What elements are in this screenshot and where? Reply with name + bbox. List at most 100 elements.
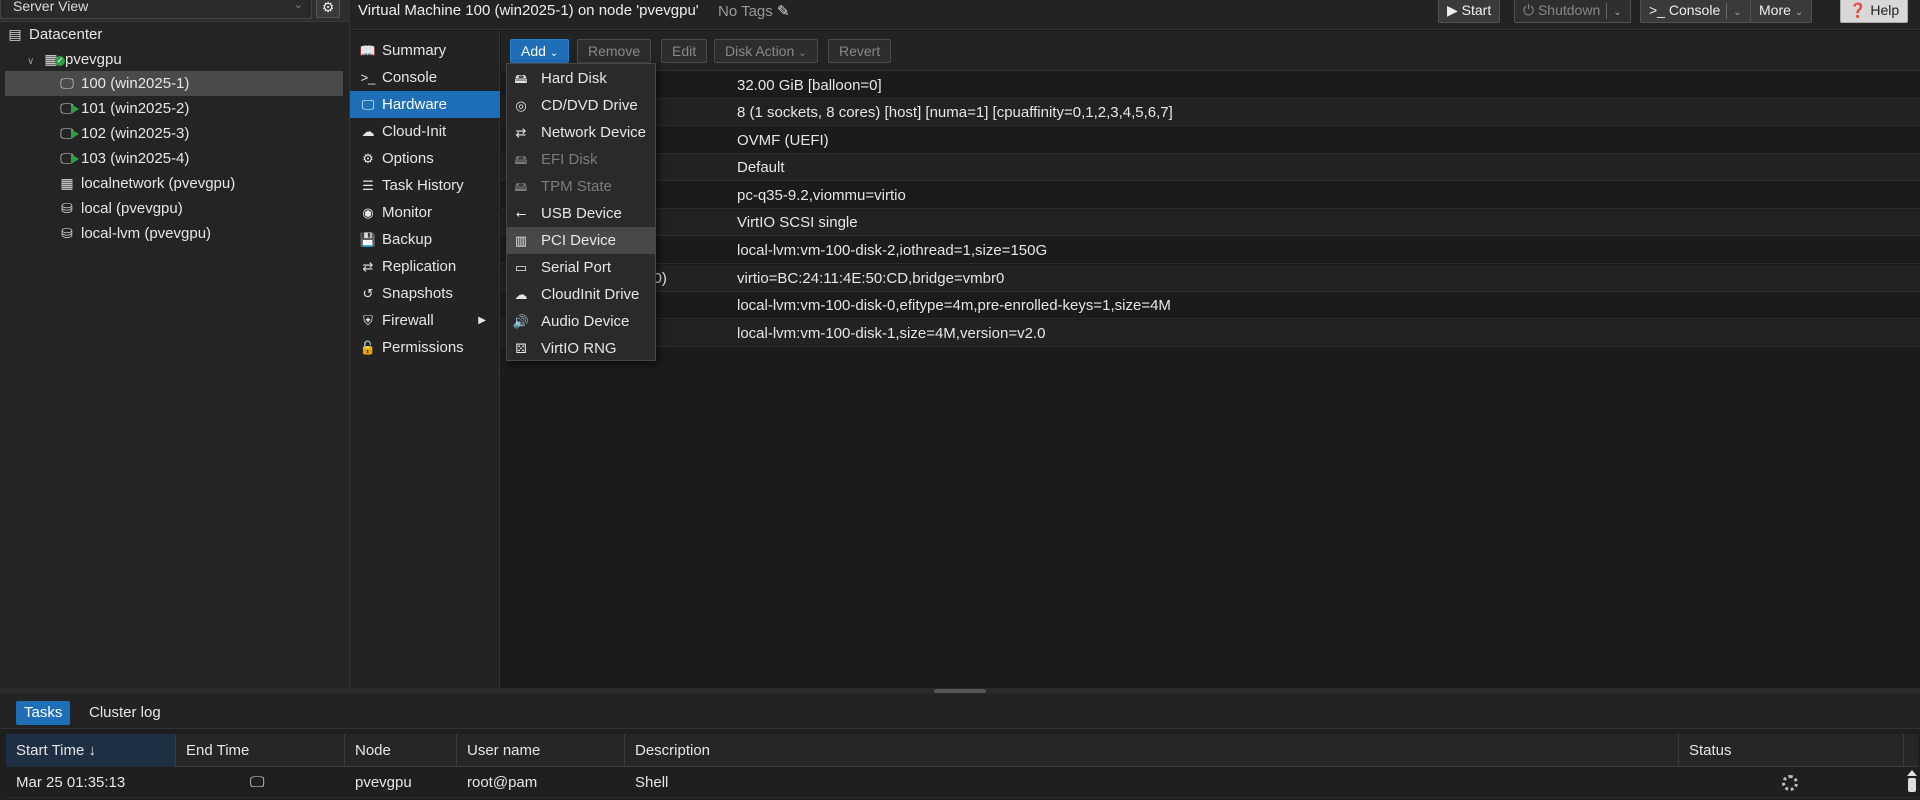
resource-tree: Server View ⌄ ⚙ ▤ Datacenter ∨ ▦ ✓ pvevgpu 🖵… bbox=[0, 0, 350, 688]
tree-item-localnetwork[interactable]: ▦ localnetwork (pvevgpu) bbox=[5, 171, 343, 196]
column-start-time[interactable]: Start Time ↓ bbox=[6, 734, 176, 767]
vertical-scrollbar[interactable] bbox=[1906, 768, 1918, 798]
nav-item-snapshots[interactable]: ↺ Snapshots bbox=[350, 280, 500, 307]
hw-row-tpm-state[interactable]: local-lvm:vm-100-disk-1,size=4M,version=… bbox=[501, 320, 1920, 347]
tree-item-local[interactable]: ⛁ local (pvevgpu) bbox=[5, 196, 343, 221]
more-button[interactable]: More ⌄ bbox=[1750, 0, 1813, 23]
help-button[interactable]: ❓ Help bbox=[1840, 0, 1909, 23]
node-online-icon: ▦ ✓ bbox=[44, 51, 65, 67]
menu-item-tpm-state[interactable]: 🖴 TPM State bbox=[507, 173, 655, 200]
dice-icon: ⚄ bbox=[515, 341, 527, 356]
nav-item-label: Snapshots bbox=[382, 285, 453, 302]
pencil-icon[interactable]: ✎ bbox=[777, 3, 790, 20]
menu-item-virtio-rng[interactable]: ⚄ VirtIO RNG bbox=[507, 335, 655, 362]
spinner-icon bbox=[1782, 775, 1798, 791]
menu-item-network-device[interactable]: ⇄ Network Device bbox=[507, 119, 655, 146]
view-selector[interactable]: Server View ⌄ bbox=[0, 0, 312, 19]
nav-item-firewall[interactable]: ⛨ Firewall ▶ bbox=[350, 307, 500, 334]
scroll-thumb[interactable] bbox=[1908, 778, 1916, 792]
menu-item-cloudinit-drive[interactable]: ☁ CloudInit Drive bbox=[507, 281, 655, 308]
remove-button[interactable]: Remove bbox=[577, 39, 652, 63]
hw-row-scsi-controller[interactable]: VirtIO SCSI single bbox=[501, 209, 1920, 236]
hw-value: OVMF (UEFI) bbox=[737, 132, 829, 149]
tree-item-vm-103[interactable]: 🖵 103 (win2025-4) bbox=[5, 146, 343, 171]
chevron-down-icon[interactable]: ⌄ bbox=[1613, 7, 1621, 18]
menu-item-usb-device[interactable]: ⭠ USB Device bbox=[507, 200, 655, 227]
retweet-icon: ⇄ bbox=[362, 259, 374, 274]
revert-button[interactable]: Revert bbox=[828, 39, 892, 63]
tab-cluster-log[interactable]: Cluster log bbox=[81, 701, 169, 725]
menu-item-efi-disk[interactable]: 🖴 EFI Disk bbox=[507, 146, 655, 173]
tree-item-label: local (pvevgpu) bbox=[81, 200, 183, 217]
nav-item-options[interactable]: ⚙ Options bbox=[350, 145, 500, 172]
view-selector-label: Server View bbox=[13, 0, 89, 14]
tree-item-vm-102[interactable]: 🖵 102 (win2025-3) bbox=[5, 121, 343, 146]
hw-row-memory[interactable]: 32.00 GiB [balloon=0] bbox=[501, 72, 1920, 99]
nav-item-permissions[interactable]: 🔓 Permissions bbox=[350, 334, 500, 361]
chevron-down-icon[interactable]: ⌄ bbox=[1733, 7, 1741, 18]
hw-row-hard-disk[interactable]: local-lvm:vm-100-disk-2,iothread=1,size=… bbox=[501, 237, 1920, 264]
datacenter-icon: ▤ bbox=[8, 26, 22, 42]
column-user-name[interactable]: User name bbox=[457, 734, 625, 767]
tags-area[interactable]: No Tags ✎ bbox=[718, 2, 790, 20]
edit-button[interactable]: Edit bbox=[661, 39, 708, 63]
nav-item-monitor[interactable]: ◉ Monitor bbox=[350, 199, 500, 226]
menu-item-cd-dvd-drive[interactable]: ◎ CD/DVD Drive bbox=[507, 92, 655, 119]
nav-item-replication[interactable]: ⇄ Replication bbox=[350, 253, 500, 280]
nav-item-hardware[interactable]: 🖵 Hardware bbox=[350, 91, 500, 118]
add-button[interactable]: Add ⌄ bbox=[510, 39, 570, 63]
nav-item-label: Firewall bbox=[382, 312, 434, 329]
task-tabs: Tasks Cluster log bbox=[0, 694, 1920, 729]
menu-item-hard-disk[interactable]: 🖴 Hard Disk bbox=[507, 65, 655, 92]
splitter-grip[interactable] bbox=[934, 689, 986, 693]
tree-item-local-lvm[interactable]: ⛁ local-lvm (pvevgpu) bbox=[5, 221, 343, 246]
tree-item-datacenter[interactable]: ▤ Datacenter bbox=[5, 22, 343, 47]
column-description[interactable]: Description bbox=[625, 734, 1679, 767]
nav-item-cloud-init[interactable]: ☁ Cloud-Init bbox=[350, 118, 500, 145]
hw-row-display[interactable]: Default bbox=[501, 154, 1920, 181]
menu-item-label: Network Device bbox=[541, 124, 647, 141]
table-row[interactable]: Mar 25 01:35:13 🖵 pvevgpu root@pam Shell bbox=[6, 768, 1918, 798]
column-node[interactable]: Node bbox=[345, 734, 457, 767]
tree-item-node[interactable]: ∨ ▦ ✓ pvevgpu bbox=[5, 47, 343, 72]
hw-row-machine[interactable]: pc-q35-9.2,viommu=virtio bbox=[501, 182, 1920, 209]
nav-item-console[interactable]: >_ Console bbox=[350, 64, 500, 91]
menu-item-serial-port[interactable]: ▭ Serial Port bbox=[507, 254, 655, 281]
menu-item-pci-device[interactable]: ▥ PCI Device bbox=[507, 227, 655, 254]
tree-item-vm-101[interactable]: 🖵 101 (win2025-2) bbox=[5, 96, 343, 121]
nav-item-backup[interactable]: 💾 Backup bbox=[350, 226, 500, 253]
hdd-icon: 🖴 bbox=[514, 152, 528, 167]
shutdown-button[interactable]: ⏻ Shutdown ⌄ bbox=[1514, 0, 1631, 23]
disk-action-button[interactable]: Disk Action ⌄ bbox=[714, 39, 818, 63]
console-button[interactable]: >_ Console ⌄ bbox=[1640, 0, 1751, 23]
unlock-icon: 🔓 bbox=[359, 340, 377, 355]
hw-row-processors[interactable]: 8 (1 sockets, 8 cores) [host] [numa=1] [… bbox=[501, 99, 1920, 126]
menu-item-audio-device[interactable]: 🔊 Audio Device bbox=[507, 308, 655, 335]
scroll-up-icon[interactable] bbox=[1907, 770, 1917, 776]
chevron-right-icon[interactable]: ▶ bbox=[478, 307, 486, 334]
vm-nav: 📖 Summary >_ Console 🖵 Hardware ☁ Cloud-Init… bbox=[350, 31, 500, 688]
nav-item-summary[interactable]: 📖 Summary bbox=[350, 37, 500, 64]
hw-row-efi-disk[interactable]: local-lvm:vm-100-disk-0,efitype=4m,pre-e… bbox=[501, 292, 1920, 319]
hdd-icon: 🖴 bbox=[514, 179, 528, 194]
nav-item-task-history[interactable]: ☰ Task History bbox=[350, 172, 500, 199]
column-status[interactable]: Status bbox=[1679, 734, 1904, 767]
vm-running-icon: 🖵 bbox=[57, 121, 79, 146]
menu-item-label: PCI Device bbox=[541, 232, 617, 249]
start-button[interactable]: ▶ Start bbox=[1438, 0, 1501, 23]
nav-item-label: Hardware bbox=[382, 96, 448, 113]
shutdown-label: Shutdown bbox=[1537, 2, 1601, 18]
hw-value: 8 (1 sockets, 8 cores) [host] [numa=1] [… bbox=[737, 104, 1173, 121]
menu-item-label: Serial Port bbox=[541, 259, 612, 276]
tree-item-vm-100[interactable]: 🖵 100 (win2025-1) bbox=[5, 71, 343, 96]
hw-row-bios[interactable]: OVMF (UEFI) bbox=[501, 127, 1920, 154]
tab-tasks[interactable]: Tasks bbox=[16, 701, 71, 725]
hw-row-network-device[interactable]: et0)virtio=BC:24:11:4E:50:CD,bridge=vmbr… bbox=[501, 265, 1920, 292]
column-end-time[interactable]: End Time bbox=[176, 734, 345, 767]
gear-icon[interactable]: ⚙ bbox=[316, 0, 340, 18]
menu-item-label: EFI Disk bbox=[541, 151, 598, 168]
nav-item-label: Console bbox=[382, 69, 438, 86]
nav-item-label: Summary bbox=[382, 42, 447, 59]
menu-item-label: Audio Device bbox=[541, 313, 630, 330]
revert-label: Revert bbox=[839, 43, 881, 59]
